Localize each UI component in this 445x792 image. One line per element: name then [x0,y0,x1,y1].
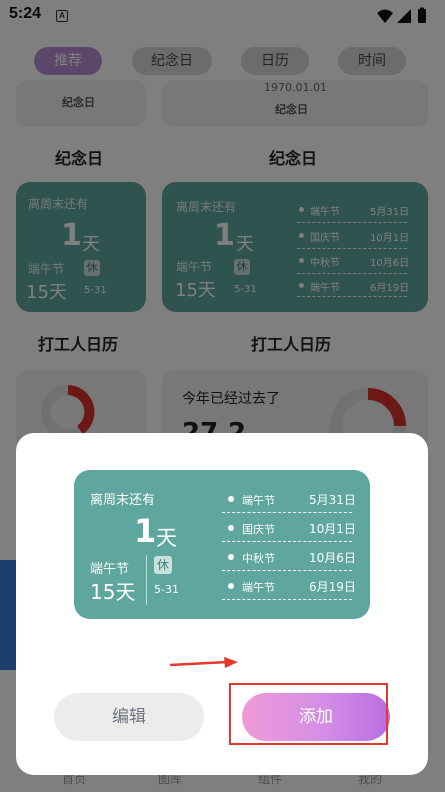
holiday-row-date: 5月31日 [309,493,356,507]
holiday-divider [222,512,352,513]
edit-button[interactable]: 编辑 [54,693,204,741]
countdown-title: 离周末还有 [90,493,156,508]
holiday-row-name: 中秋节 [242,552,275,565]
holiday-row-name: 端午节 [242,494,275,507]
holiday-date: 5-31 [154,583,179,596]
holiday-divider [222,541,352,542]
rest-badge: 休 [154,556,172,574]
widget-preview: 离周末还有 1 天 端午节 15天 休 5-31 端午节 5月31日 国庆节 1… [74,470,370,619]
holiday-bullet [228,583,234,589]
holiday-bullet [228,496,234,502]
holiday-row-date: 10月6日 [309,551,356,565]
holiday-bullet [228,554,234,560]
holiday-row-name: 国庆节 [242,523,275,536]
holiday-row-date: 10月1日 [309,522,356,536]
pointer-arrow-icon [169,657,238,668]
add-button-highlight [229,683,388,745]
holiday-days: 15天 [90,580,136,604]
preview-divider [146,555,147,605]
holiday-name: 端午节 [90,562,130,577]
holiday-divider [222,570,352,571]
holiday-row-date: 6月19日 [309,580,356,594]
holiday-divider [222,599,352,600]
holiday-row-name: 端午节 [242,581,275,594]
add-widget-dialog: 离周末还有 1 天 端午节 15天 休 5-31 端午节 5月31日 国庆节 1… [16,433,428,775]
countdown-unit: 天 [156,526,177,550]
holiday-bullet [228,525,234,531]
countdown-days: 1 [134,512,157,550]
